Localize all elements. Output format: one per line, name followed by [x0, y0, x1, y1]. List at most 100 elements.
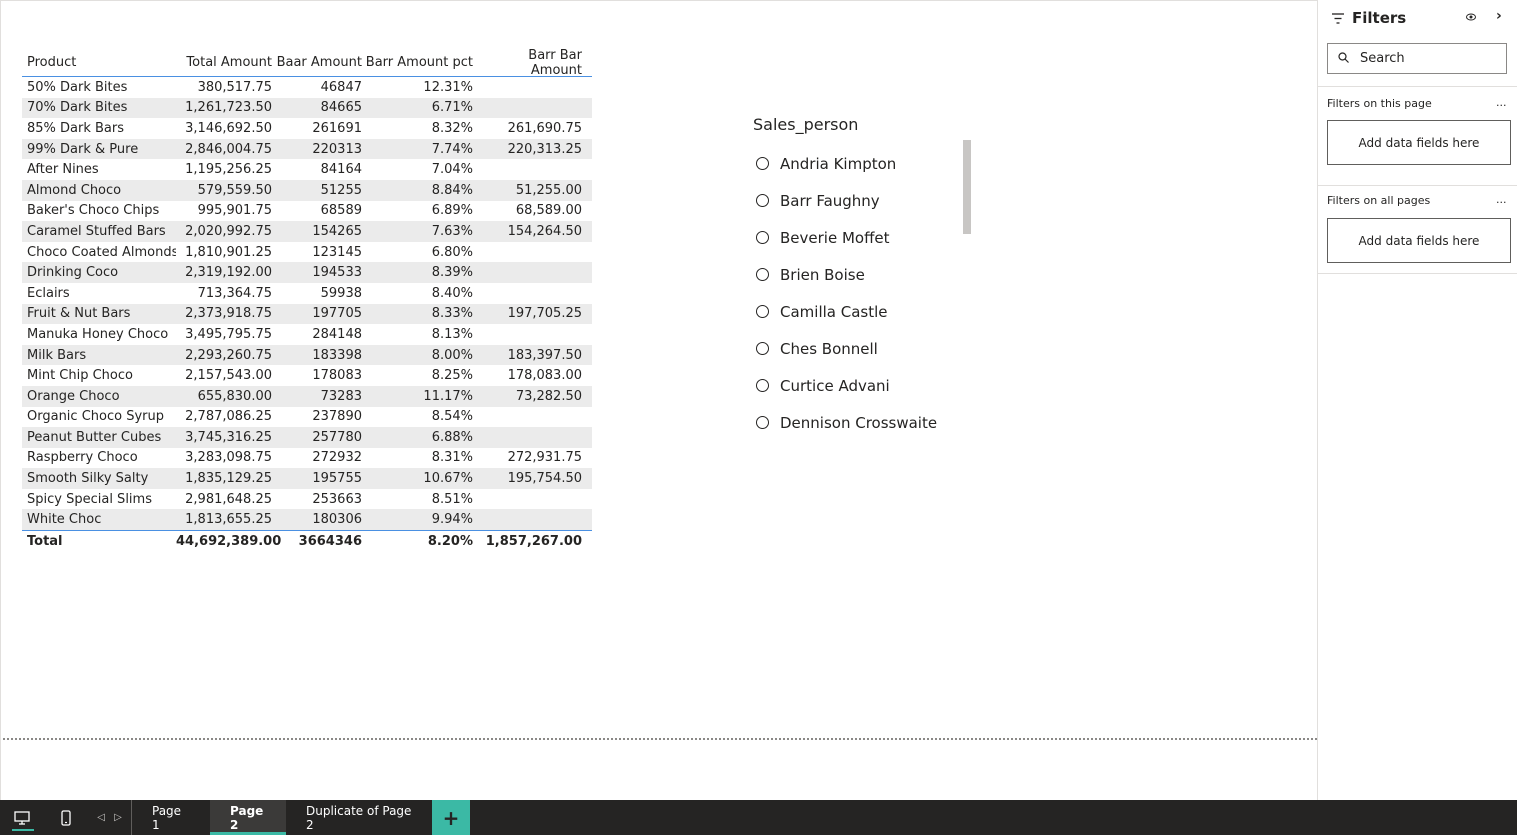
add-data-fields-page-dropzone[interactable]: Add data fields here: [1327, 120, 1511, 165]
cell-barr-amount-pct: 8.33%: [431, 306, 473, 322]
more-options-all-icon[interactable]: ...: [1496, 193, 1507, 206]
cell-total-amount: 2,319,192.00: [185, 265, 272, 281]
tab-page-1[interactable]: Page 1: [132, 800, 210, 835]
cell-baar-amount: 51255: [320, 182, 362, 198]
table-row[interactable]: Smooth Silky Salty 1,835,129.25 195755 10.6…: [22, 468, 592, 489]
slicer-item[interactable]: Andria Kimpton: [753, 145, 973, 182]
collapse-pane-icon[interactable]: ›: [1496, 8, 1502, 24]
cell-barr-amount-pct: 8.25%: [431, 368, 473, 384]
mobile-view-icon[interactable]: [44, 800, 88, 835]
filters-title: Filters: [1352, 9, 1407, 27]
table-row[interactable]: 85% Dark Bars 3,146,692.50 261691 8.32% 261,…: [22, 118, 592, 139]
cell-product: Spicy Special Slims: [27, 491, 152, 507]
cell-total-amount: 380,517.75: [197, 79, 272, 95]
slicer-item-label: Beverie Moffet: [780, 228, 890, 247]
cell-baar-amount: 84164: [320, 162, 362, 178]
eye-icon[interactable]: [1466, 10, 1476, 24]
table-row[interactable]: 99% Dark & Pure 2,846,004.75 220313 7.74% 22…: [22, 138, 592, 160]
header-total-amount[interactable]: Total Amount: [176, 55, 274, 70]
cell-barr-amount-pct: 6.89%: [431, 203, 473, 219]
slicer-item[interactable]: Camilla Castle: [753, 293, 973, 330]
filters-search-input[interactable]: [1360, 51, 1500, 66]
filters-divider: [1318, 273, 1517, 274]
table-header: Product Total Amount Baar Amount Barr Am…: [22, 48, 592, 78]
table-row[interactable]: Manuka Honey Choco 3,495,795.75 284148 8.13…: [22, 324, 592, 345]
header-barr-amount-pct[interactable]: Barr Amount pct: [364, 55, 475, 70]
cell-baar-amount: 253663: [312, 491, 362, 507]
add-data-fields-all-dropzone[interactable]: Add data fields here: [1327, 218, 1511, 263]
tab-page-2[interactable]: Page 2: [210, 800, 286, 835]
slicer-item[interactable]: Dennison Crosswaite: [753, 404, 973, 441]
cell-baar-amount: 59938: [320, 285, 362, 301]
radio-button[interactable]: [756, 416, 769, 429]
page-tab-bar: ◁ ▷ Page 1 Page 2 Duplicate of Page 2 +: [0, 800, 1517, 835]
more-options-page-icon[interactable]: ...: [1496, 96, 1507, 109]
table-row[interactable]: Eclairs 713,364.75 59938 8.40%: [22, 283, 592, 304]
header-product[interactable]: Product: [22, 55, 176, 70]
radio-button[interactable]: [756, 305, 769, 318]
cell-total-amount: 713,364.75: [197, 285, 272, 301]
slicer-item[interactable]: Ches Bonnell: [753, 330, 973, 367]
slicer-item-label: Dennison Crosswaite: [780, 413, 938, 432]
table-row[interactable]: Spicy Special Slims 2,981,648.25 253663 8.5…: [22, 489, 592, 510]
cell-total-amount: 579,559.50: [197, 182, 272, 198]
cell-barr-amount-pct: 7.04%: [431, 162, 473, 178]
table-row[interactable]: Baker's Choco Chips 995,901.75 68589 6.89% 6…: [22, 201, 592, 222]
cell-barr-amount-pct: 8.51%: [431, 491, 473, 507]
cell-total-amount: 3,283,098.75: [185, 450, 272, 466]
header-baar-amount[interactable]: Baar Amount: [274, 55, 364, 70]
table-row[interactable]: Organic Choco Syrup 2,787,086.25 237890 8.5…: [22, 407, 592, 428]
prev-page-icon[interactable]: ◁: [97, 812, 105, 823]
cell-product: Manuka Honey Choco: [27, 326, 169, 342]
table-row[interactable]: Mint Chip Choco 2,157,543.00 178083 8.25% 17…: [22, 365, 592, 386]
cell-total-amount: 995,901.75: [197, 203, 272, 219]
cell-product: After Nines: [27, 162, 99, 178]
cell-product: Raspberry Choco: [27, 450, 138, 466]
table-row[interactable]: Caramel Stuffed Bars 2,020,992.75 154265 7.…: [22, 221, 592, 242]
slicer-item[interactable]: Curtice Advani: [753, 367, 973, 404]
cell-barr-bar-amount: 197,705.25: [507, 306, 582, 322]
cell-total-amount: 1,835,129.25: [185, 471, 272, 487]
radio-button[interactable]: [756, 268, 769, 281]
filters-search-box[interactable]: [1327, 43, 1507, 74]
cell-baar-amount: 284148: [312, 326, 362, 342]
slicer-title: Sales_person: [753, 115, 859, 134]
radio-button[interactable]: [756, 379, 769, 392]
cell-product: Mint Chip Choco: [27, 368, 133, 384]
table-body: 50% Dark Bites 380,517.75 46847 12.31% 70% D…: [22, 77, 592, 531]
slicer-list: Andria Kimpton Barr Faughny Beverie Moffet…: [753, 145, 973, 441]
desktop-view-icon[interactable]: [0, 800, 44, 835]
table-row[interactable]: 50% Dark Bites 380,517.75 46847 12.31%: [22, 77, 592, 98]
radio-button[interactable]: [756, 231, 769, 244]
slicer-item-label: Curtice Advani: [780, 376, 890, 395]
table-row[interactable]: Choco Coated Almonds 1,810,901.25 123145 6.…: [22, 242, 592, 263]
table-row[interactable]: White Choc 1,813,655.25 180306 9.94%: [22, 509, 592, 531]
table-row[interactable]: 70% Dark Bites 1,261,723.50 84665 6.71%: [22, 97, 592, 119]
slicer-item[interactable]: Beverie Moffet: [753, 219, 973, 256]
slicer-item-label: Ches Bonnell: [780, 339, 878, 358]
cell-barr-amount-pct: 11.17%: [423, 388, 473, 404]
radio-button[interactable]: [756, 342, 769, 355]
table-row[interactable]: Peanut Butter Cubes 3,745,316.25 257780 6.8…: [22, 427, 592, 448]
filters-header: Filters: [1332, 8, 1406, 28]
slicer-scrollbar[interactable]: [963, 140, 971, 234]
tab-duplicate-of-page-2[interactable]: Duplicate of Page 2: [286, 800, 432, 835]
cell-total-amount: 2,787,086.25: [185, 409, 272, 425]
slicer-item-label: Barr Faughny: [780, 191, 880, 210]
cell-baar-amount: 183398: [312, 347, 362, 363]
table-row[interactable]: Milk Bars 2,293,260.75 183398 8.00% 183,397.…: [22, 344, 592, 366]
table-row[interactable]: Almond Choco 579,559.50 51255 8.84% 51,255.0…: [22, 179, 592, 201]
header-barr-bar-amount[interactable]: Barr Bar Amount: [475, 48, 587, 78]
slicer-item[interactable]: Brien Boise: [753, 256, 973, 293]
radio-button[interactable]: [756, 194, 769, 207]
table-row[interactable]: Orange Choco 655,830.00 73283 11.17% 73,282.…: [22, 385, 592, 407]
radio-button[interactable]: [756, 157, 769, 170]
add-page-button[interactable]: +: [432, 800, 470, 835]
table-row[interactable]: Raspberry Choco 3,283,098.75 272932 8.31% 27…: [22, 448, 592, 469]
cell-product: White Choc: [27, 512, 102, 528]
table-row[interactable]: Drinking Coco 2,319,192.00 194533 8.39%: [22, 262, 592, 283]
table-row[interactable]: Fruit & Nut Bars 2,373,918.75 197705 8.33% 1…: [22, 303, 592, 325]
table-row[interactable]: After Nines 1,195,256.25 84164 7.04%: [22, 159, 592, 180]
next-page-icon[interactable]: ▷: [114, 812, 122, 823]
slicer-item[interactable]: Barr Faughny: [753, 182, 973, 219]
